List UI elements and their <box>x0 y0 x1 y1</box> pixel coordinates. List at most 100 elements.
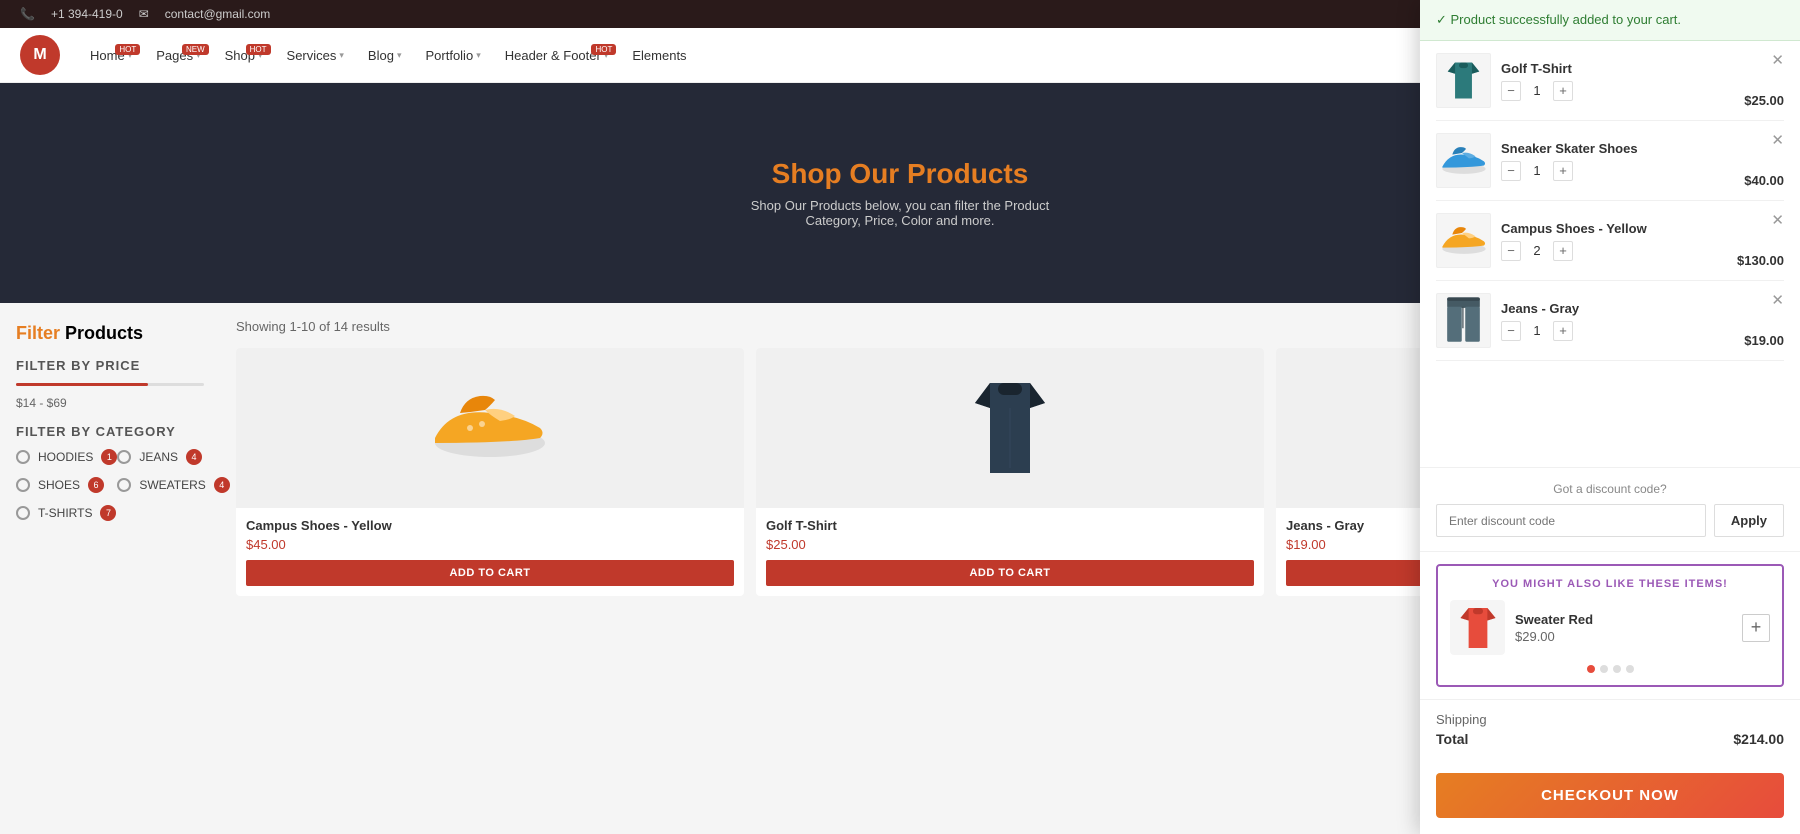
chevron-down-icon: ▾ <box>397 50 402 61</box>
nav-items: Home HOT ▾ Pages NEW ▾ Shop HOT ▾ Servic… <box>80 40 697 71</box>
nav-portfolio[interactable]: Portfolio ▾ <box>415 40 490 71</box>
category-tshirts[interactable]: T-SHIRTS 7 <box>16 505 117 521</box>
site-logo[interactable]: M <box>20 35 60 75</box>
radio-shoes[interactable] <box>16 478 30 492</box>
radio-tshirts[interactable] <box>16 506 30 520</box>
checkout-button[interactable]: Checkout now <box>1436 773 1784 818</box>
price-range-bar[interactable] <box>16 383 204 386</box>
cart-item-image-sneaker-skater <box>1436 133 1491 188</box>
discount-section: Got a discount code? Apply <box>1420 467 1800 552</box>
qty-value-golf-tshirt: 1 <box>1529 83 1545 98</box>
success-icon: ✓ <box>1436 12 1451 27</box>
qty-increase-golf-tshirt[interactable]: + <box>1553 81 1573 101</box>
product-card-campus-shoes-yellow: Campus Shoes - Yellow $45.00 ADD TO CART <box>236 348 744 596</box>
product-card-golf-tshirt: Golf T-Shirt $25.00 ADD TO CART <box>756 348 1264 596</box>
product-image-golf-tshirt <box>756 348 1264 508</box>
cart-item-remove-sneaker[interactable]: ✕ <box>1771 131 1784 149</box>
product-name: Campus Shoes - Yellow <box>246 518 734 533</box>
cart-item-qty-jeans: − 1 + <box>1501 321 1734 341</box>
upsell-section: YOU MIGHT ALSO LIKE THESE ITEMS! Sweater… <box>1436 564 1784 687</box>
success-message: Product successfully added to your cart. <box>1451 12 1682 27</box>
chevron-down-icon: ▾ <box>476 50 481 61</box>
nav-pages[interactable]: Pages NEW ▾ <box>146 40 210 71</box>
product-info-campus-shoes: Campus Shoes - Yellow $45.00 ADD TO CART <box>236 508 744 596</box>
email-icon: ✉ <box>139 7 149 21</box>
discount-input-row: Apply <box>1436 504 1784 537</box>
upsell-item-image <box>1450 600 1505 655</box>
qty-decrease-sneaker[interactable]: − <box>1501 161 1521 181</box>
cart-item-remove-jeans[interactable]: ✕ <box>1771 291 1784 309</box>
cart-item-name: Sneaker Skater Shoes <box>1501 141 1734 156</box>
radio-sweaters[interactable] <box>117 478 131 492</box>
product-price: $25.00 <box>766 537 1254 552</box>
filter-by-category-label: FILTER BY CATEGORY <box>16 424 204 439</box>
phone-number: +1 394-419-0 <box>51 7 123 21</box>
qty-value-campus: 2 <box>1529 243 1545 258</box>
add-to-cart-button-campus-shoes[interactable]: ADD TO CART <box>246 560 734 586</box>
qty-value-sneaker: 1 <box>1529 163 1545 178</box>
upsell-dot-1[interactable] <box>1587 665 1595 673</box>
category-shoes[interactable]: SHOES 6 <box>16 477 117 493</box>
category-hoodies[interactable]: HOODIES 1 <box>16 449 117 465</box>
upsell-title: YOU MIGHT ALSO LIKE THESE ITEMS! <box>1450 578 1770 590</box>
filter-by-price-label: FILTER BY PRICE <box>16 358 204 373</box>
qty-increase-campus[interactable]: + <box>1553 241 1573 261</box>
product-price: $45.00 <box>246 537 734 552</box>
cart-totals: Shipping Total $214.00 <box>1420 699 1800 763</box>
discount-input[interactable] <box>1436 504 1706 537</box>
cart-item-remove-campus[interactable]: ✕ <box>1771 211 1784 229</box>
cart-success-notification: ✓ Product successfully added to your car… <box>1420 0 1800 41</box>
product-image-campus-shoes <box>236 348 744 508</box>
category-jeans[interactable]: JEANS 4 <box>117 449 229 465</box>
cart-item-price-golf-tshirt: $25.00 <box>1744 93 1784 108</box>
upsell-add-button[interactable]: + <box>1742 614 1770 642</box>
cart-item-name: Campus Shoes - Yellow <box>1501 221 1727 236</box>
cart-item-price-sneaker: $40.00 <box>1744 173 1784 188</box>
nav-shop[interactable]: Shop HOT ▾ <box>215 40 273 71</box>
upsell-item-name: Sweater Red <box>1515 612 1732 627</box>
filter-section-title: Filter Products <box>16 323 204 344</box>
cart-item-qty-golf-tshirt: − 1 + <box>1501 81 1734 101</box>
cart-item-golf-tshirt: Golf T-Shirt − 1 + $25.00 ✕ <box>1436 41 1784 121</box>
apply-discount-button[interactable]: Apply <box>1714 504 1784 537</box>
cart-item-remove-golf-tshirt[interactable]: ✕ <box>1771 51 1784 69</box>
qty-increase-sneaker[interactable]: + <box>1553 161 1573 181</box>
cart-item-jeans-gray: Jeans - Gray − 1 + $19.00 ✕ <box>1436 281 1784 361</box>
upsell-dot-2[interactable] <box>1600 665 1608 673</box>
qty-decrease-golf-tshirt[interactable]: − <box>1501 81 1521 101</box>
total-label: Total <box>1436 731 1468 747</box>
nav-home[interactable]: Home HOT ▾ <box>80 40 142 71</box>
product-name: Golf T-Shirt <box>766 518 1254 533</box>
cart-panel: ✓ Product successfully added to your car… <box>1420 0 1800 834</box>
hero-subtitle: Shop Our Products below, you can filter … <box>751 198 1049 228</box>
radio-hoodies[interactable] <box>16 450 30 464</box>
cart-item-details-campus-shoes: Campus Shoes - Yellow − 2 + <box>1501 221 1727 261</box>
add-to-cart-button-golf-tshirt[interactable]: ADD TO CART <box>766 560 1254 586</box>
upsell-item-price: $29.00 <box>1515 629 1732 644</box>
cart-item-name: Golf T-Shirt <box>1501 61 1734 76</box>
upsell-item-sweater-red: Sweater Red $29.00 + <box>1450 600 1770 655</box>
nav-header-footer[interactable]: Header & Footer HOT ▾ <box>495 40 619 71</box>
hero-title: Shop Our Products <box>772 158 1029 190</box>
nav-elements[interactable]: Elements <box>622 40 696 71</box>
cart-item-image-jeans-gray <box>1436 293 1491 348</box>
qty-increase-jeans[interactable]: + <box>1553 321 1573 341</box>
qty-decrease-jeans[interactable]: − <box>1501 321 1521 341</box>
phone-icon: 📞 <box>20 7 35 21</box>
email-address: contact@gmail.com <box>165 7 271 21</box>
cart-item-image-campus-shoes <box>1436 213 1491 268</box>
upsell-dot-4[interactable] <box>1626 665 1634 673</box>
category-sweaters[interactable]: SWEATERS 4 <box>117 477 229 493</box>
top-bar-left: 📞 +1 394-419-0 ✉ contact@gmail.com <box>20 7 270 21</box>
qty-decrease-campus[interactable]: − <box>1501 241 1521 261</box>
radio-jeans[interactable] <box>117 450 131 464</box>
tshirt-svg <box>960 373 1060 483</box>
upsell-dot-3[interactable] <box>1613 665 1621 673</box>
upsell-pagination-dots <box>1450 665 1770 673</box>
qty-value-jeans: 1 <box>1529 323 1545 338</box>
chevron-down-icon: ▾ <box>339 50 344 61</box>
nav-services[interactable]: Services ▾ <box>277 40 354 71</box>
nav-blog[interactable]: Blog ▾ <box>358 40 412 71</box>
cart-item-qty-sneaker: − 1 + <box>1501 161 1734 181</box>
shoe-yellow-svg <box>430 388 550 468</box>
